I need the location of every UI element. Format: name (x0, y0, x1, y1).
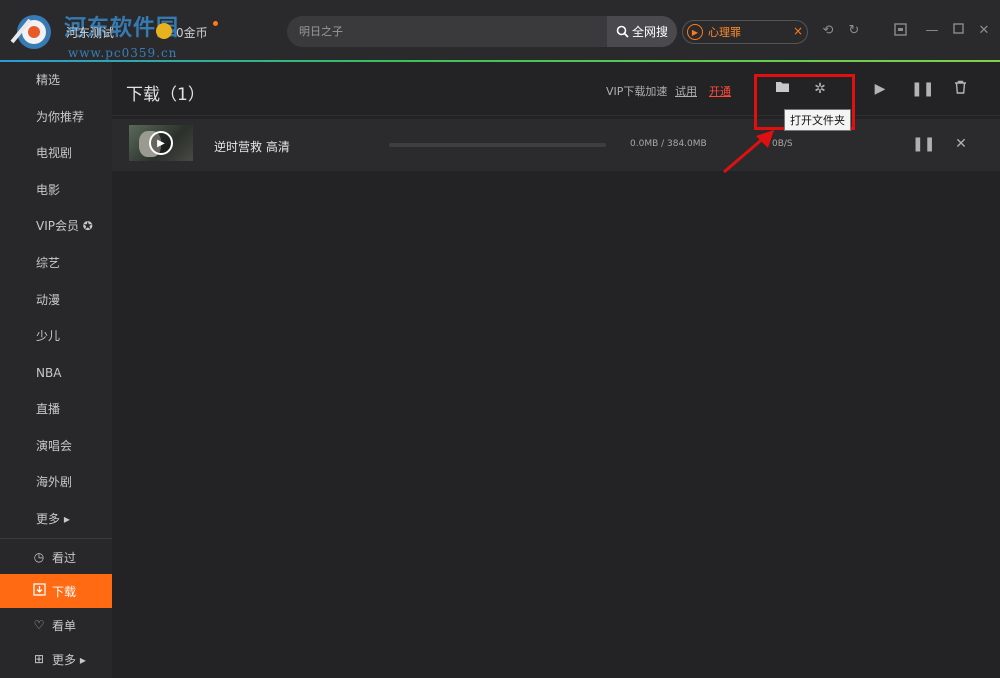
search-button[interactable]: 全网搜 (607, 16, 677, 47)
sidebar-item-variety[interactable]: 综艺 (0, 245, 112, 281)
sidebar-item-concerts[interactable]: 演唱会 (0, 428, 112, 464)
download-title[interactable]: 逆时营救 高清 (214, 138, 290, 155)
hot-search-label: 心理罪 (708, 26, 741, 39)
sidebar-item-history[interactable]: ◷ 看过 (0, 540, 112, 574)
minimize-icon[interactable]: — (924, 23, 940, 39)
sidebar-item-nba[interactable]: NBA (0, 355, 112, 391)
sidebar-divider (0, 538, 112, 539)
coin-icon (156, 23, 172, 39)
sidebar-item-watchlist[interactable]: ♡ 看单 (0, 608, 112, 642)
maximize-icon[interactable] (950, 23, 966, 39)
video-thumbnail[interactable]: ▶ (129, 125, 193, 161)
sidebar-item-recommended[interactable]: 为你推荐 (0, 99, 112, 135)
sidebar-item-vip[interactable]: VIP会员 ✪ (0, 208, 112, 244)
hot-search-tag[interactable]: ▶ 心理罪 × (682, 20, 808, 44)
download-progress-bar (389, 143, 606, 147)
sidebar-item-overseas[interactable]: 海外剧 (0, 464, 112, 500)
user-name[interactable]: 河东测试 (66, 24, 114, 41)
title-bar: 河东软件园 www.pc0359.cn 河东测试 0金币 全网搜 ▶ 心理罪 ×… (0, 0, 1000, 62)
clock-icon: ◷ (33, 550, 45, 564)
refresh-icon[interactable]: ↻ (846, 23, 862, 39)
mini-mode-icon[interactable] (892, 23, 908, 39)
plus-square-icon: ⊞ (33, 652, 45, 666)
play-icon[interactable]: ▶ (149, 131, 173, 155)
trial-link[interactable]: 试用 (675, 83, 697, 99)
history-icon[interactable]: ⟲ (820, 23, 836, 39)
play-icon: ▶ (687, 24, 703, 40)
sidebar-item-tv-series[interactable]: 电视剧 (0, 135, 112, 171)
notification-dot (213, 21, 218, 26)
close-icon[interactable]: ✕ (976, 23, 992, 39)
header-divider (112, 115, 1000, 116)
start-all-icon[interactable]: ▶ (871, 80, 889, 98)
download-panel: 下载（1） VIP下载加速 试用 开通 ✲ ▶ ❚❚ ▶ 逆时营救 高清 0.0… (112, 62, 1000, 678)
watermark-url: www.pc0359.cn (68, 46, 178, 60)
pause-icon[interactable]: ❚❚ (912, 136, 935, 152)
sidebar-item-featured[interactable]: 精选 (0, 62, 112, 98)
vip-speed-label: VIP下载加速 (606, 85, 668, 98)
pause-all-icon[interactable]: ❚❚ (911, 80, 934, 98)
download-row[interactable]: ▶ 逆时营救 高清 0.0MB / 384.0MB 0B/S ❚❚ ✕ (112, 119, 1000, 171)
heart-plus-icon: ♡ (33, 618, 45, 632)
download-icon (32, 583, 46, 599)
page-title: 下载（1） (126, 85, 205, 105)
search-input[interactable] (287, 16, 607, 47)
download-size: 0.0MB / 384.0MB (630, 139, 707, 149)
sidebar-item-downloads[interactable]: 下载 (0, 574, 112, 608)
annotation-arrow (723, 130, 774, 174)
sidebar-downloads-label: 下载 (52, 584, 77, 599)
sidebar-item-kids[interactable]: 少儿 (0, 318, 112, 354)
close-icon[interactable]: × (793, 24, 803, 38)
open-folder-tooltip: 打开文件夹 (784, 109, 851, 131)
app-logo[interactable] (8, 12, 58, 52)
sidebar-watchlist-label: 看单 (52, 618, 77, 633)
coin-label[interactable]: 0金币 (176, 24, 208, 41)
sidebar-history-label: 看过 (52, 550, 77, 565)
open-vip-link[interactable]: 开通 (709, 83, 731, 99)
search-box (287, 16, 607, 47)
sidebar-item-more-bottom[interactable]: ⊞ 更多 ▸ (0, 642, 112, 676)
search-icon (616, 25, 629, 38)
sidebar-more-label: 更多 ▸ (52, 652, 86, 667)
sidebar-item-anime[interactable]: 动漫 (0, 282, 112, 318)
sidebar-item-more[interactable]: 更多 ▸ (0, 501, 112, 537)
delete-icon[interactable] (951, 80, 969, 98)
search-button-label: 全网搜 (631, 25, 668, 39)
sidebar-item-live[interactable]: 直播 (0, 391, 112, 427)
sidebar-item-movies[interactable]: 电影 (0, 172, 112, 208)
remove-icon[interactable]: ✕ (953, 136, 969, 152)
sidebar: 精选 为你推荐 电视剧 电影 VIP会员 ✪ 综艺 动漫 少儿 NBA 直播 演… (0, 62, 112, 678)
